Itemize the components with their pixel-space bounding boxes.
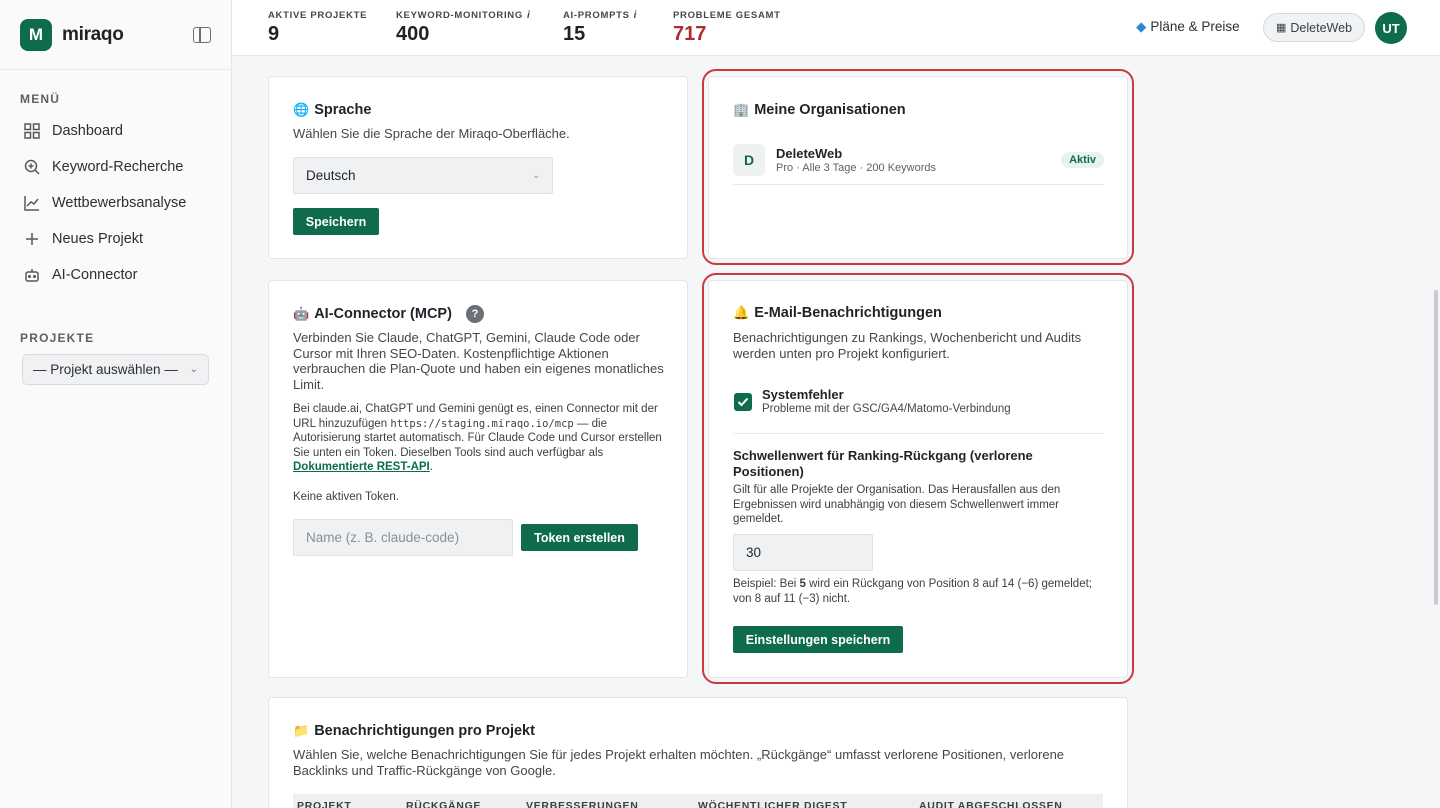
sidebar-item-label: Wettbewerbsanalyse (52, 195, 187, 211)
column-header: AUDIT ABGESCHLOSSEN (919, 800, 1063, 808)
sidebar-item-new-project[interactable]: Neues Projekt (0, 221, 231, 257)
project-select-value: — Projekt auswählen — (33, 362, 178, 377)
chevron-down-icon: ⌄ (189, 364, 198, 375)
project-select[interactable]: — Projekt auswählen — ⌄ (22, 354, 209, 385)
folder-icon: 📁 (293, 723, 310, 738)
miraqo-logo[interactable]: M (20, 18, 52, 51)
info-icon[interactable]: i (634, 10, 637, 21)
brand-name[interactable]: miraqo (62, 24, 124, 46)
language-select[interactable]: Deutsch ⌄ (293, 157, 553, 194)
sidebar-item-competitor-analysis[interactable]: Wettbewerbsanalyse (0, 185, 231, 221)
language-description: Wählen Sie die Sprache der Miraqo-Oberfl… (293, 126, 570, 141)
card-title: 📁 Benachrichtigungen pro Projekt (293, 723, 535, 739)
stat-total-problems: PROBLEME GESAMT 717 (673, 10, 781, 46)
save-language-button[interactable]: Speichern (293, 208, 379, 235)
project-notifications-description: Wählen Sie, welche Benachrichtigungen Si… (293, 747, 1065, 778)
ai-connector-details: Bei claude.ai, ChatGPT und Gemini genügt… (293, 403, 662, 473)
user-avatar[interactable]: UT (1375, 12, 1407, 44)
stat-value: 9 (268, 23, 280, 45)
stat-value: 717 (673, 23, 707, 45)
token-name-placeholder: Name (z. B. claude-code) (306, 530, 460, 545)
robot-icon: 🤖 (293, 306, 310, 321)
plus-icon (24, 231, 40, 247)
chevron-down-icon: ⌄ (532, 170, 540, 180)
page-scrollbar[interactable] (1434, 290, 1438, 605)
help-icon[interactable]: ? (465, 305, 484, 323)
sidebar-item-ai-connector[interactable]: AI-Connector (0, 257, 231, 293)
plans-label: Pläne & Preise (1150, 19, 1240, 34)
highlight-frame (702, 69, 1134, 265)
stat-keyword-monitoring: KEYWORD-MONITORING i 400 (396, 10, 530, 46)
robot-icon (24, 267, 40, 283)
table-header: PROJEKT RÜCKGÄNGE VERBESSERUNGEN WÖCHENT… (293, 794, 1103, 808)
project-notifications-card: 📁 Benachrichtigungen pro Projekt Wählen S… (268, 697, 1128, 808)
ai-connector-card: 🤖 AI-Connector (MCP) ? Verbinden Sie Clau… (268, 280, 688, 678)
menu-section-label: MENÜ (20, 92, 61, 106)
plans-pricing-link[interactable]: ◆ Pläne & Preise (1136, 19, 1240, 35)
column-header: WÖCHENTLICHER DIGEST (698, 800, 848, 808)
organization-switcher[interactable]: ▦ DeleteWeb (1263, 13, 1366, 42)
info-icon[interactable]: i (527, 10, 530, 21)
chart-line-icon (24, 195, 40, 211)
column-header: VERBESSERUNGEN (526, 800, 639, 808)
stat-value: 15 (563, 23, 586, 45)
brand-bar: M miraqo (0, 0, 231, 70)
column-header: PROJEKT (297, 800, 352, 808)
diamond-icon: ◆ (1136, 19, 1147, 34)
mcp-url[interactable]: https://staging.miraqo.io/mcp (390, 418, 573, 430)
column-header: RÜCKGÄNGE (406, 800, 482, 808)
stat-ai-prompts: AI-PROMPTS i 15 (563, 10, 637, 46)
search-plus-icon (24, 159, 40, 175)
organization-name: DeleteWeb (1290, 20, 1353, 35)
stat-active-projects: AKTIVE PROJEKTE 9 (268, 10, 367, 46)
building-icon: ▦ (1276, 22, 1287, 34)
sidebar-item-dashboard[interactable]: Dashboard (0, 113, 231, 149)
top-header: AKTIVE PROJEKTE 9 KEYWORD-MONITORING i 40… (232, 0, 1440, 56)
language-select-value: Deutsch (306, 168, 356, 183)
stat-label: KEYWORD-MONITORING i (396, 10, 531, 21)
grid-icon (24, 123, 40, 139)
projects-section-label: PROJEKTE (20, 331, 95, 345)
sidebar-item-label: Dashboard (52, 123, 123, 139)
ai-connector-intro: Verbinden Sie Claude, ChatGPT, Gemini, C… (293, 330, 664, 392)
language-card: 🌐 Sprache Wählen Sie die Sprache der Mira… (268, 76, 688, 259)
sidebar-toggle-icon[interactable] (193, 26, 211, 43)
stat-label: AKTIVE PROJEKTE (268, 10, 368, 21)
stat-label: AI-PROMPTS i (563, 10, 638, 21)
sidebar-item-keyword-research[interactable]: Keyword-Recherche (0, 149, 231, 185)
sidebar-item-label: AI-Connector (52, 267, 138, 283)
sidebar-item-label: Neues Projekt (52, 231, 144, 247)
token-name-input[interactable]: Name (z. B. claude-code) (293, 519, 513, 556)
no-tokens-text: Keine aktiven Token. (293, 491, 399, 503)
stat-value: 400 (396, 23, 430, 45)
card-title: 🤖 AI-Connector (MCP) ? (293, 305, 484, 323)
globe-icon: 🌐 (293, 102, 310, 117)
create-token-button[interactable]: Token erstellen (521, 524, 638, 551)
rest-api-link[interactable]: Dokumentierte REST-API (293, 461, 430, 473)
stat-label: PROBLEME GESAMT (673, 10, 781, 21)
sidebar: M miraqo MENÜ Dashboard Keyword-Recherch… (0, 0, 232, 808)
card-title: 🌐 Sprache (293, 102, 372, 118)
sidebar-item-label: Keyword-Recherche (52, 159, 184, 175)
highlight-frame (702, 273, 1134, 684)
